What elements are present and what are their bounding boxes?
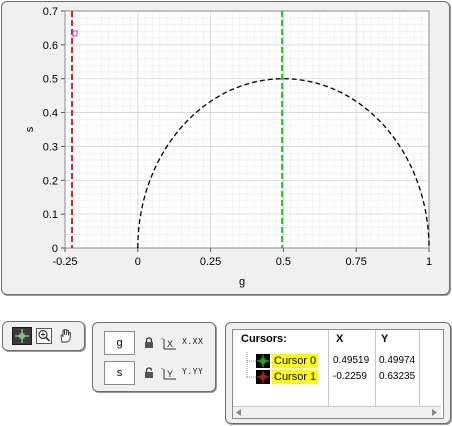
- cursor-x-value: -0.2259: [333, 371, 367, 382]
- cursor-name[interactable]: Cursor 0: [272, 354, 319, 368]
- y-tick-label: 0.3: [43, 141, 58, 153]
- column-separator: [419, 330, 420, 406]
- zoom-tool-button[interactable]: [34, 327, 54, 345]
- y-scale-name[interactable]: s: [104, 361, 135, 385]
- cursor-1-swatch: [256, 370, 270, 384]
- cursor-row[interactable]: Cursor 0 0.49519 0.49974: [233, 354, 441, 368]
- x-autoscale-icon[interactable]: * X: [161, 336, 177, 350]
- x-tick-label: 0.5: [276, 256, 291, 268]
- cursor-move-icon: [15, 329, 29, 343]
- x-column-header: X: [336, 333, 344, 345]
- column-separator: [375, 330, 376, 406]
- cursor-0-swatch: [256, 354, 270, 368]
- y-tick-label: 0.6: [43, 40, 58, 52]
- xy-graph[interactable]: -0.25 0 0.25 0.5 0.75 100.10.20.30.40.50.60.7…: [2, 2, 449, 294]
- x-lock-icon[interactable]: [144, 337, 154, 349]
- x-scale-name[interactable]: g: [104, 331, 135, 355]
- graph-palette: [2, 321, 85, 351]
- y-tick-label: 0.5: [43, 74, 58, 86]
- y-tick-label: 0.1: [43, 209, 58, 221]
- scale-legend: g s * X * Y X.XX Y.YY: [92, 322, 216, 392]
- x-tick-label: 0.75: [345, 256, 366, 268]
- y-lock-icon[interactable]: [144, 367, 154, 379]
- y-axis-label: s: [24, 126, 36, 132]
- cursors-header: Cursors:: [241, 333, 287, 345]
- x-format-button[interactable]: X.XX: [182, 337, 206, 351]
- y-tick-label: 0.2: [43, 175, 58, 187]
- cursor-y-value: 0.63235: [379, 371, 416, 382]
- cursor-name[interactable]: Cursor 1: [272, 370, 319, 384]
- cursor-x-value: 0.49519: [333, 355, 370, 366]
- pan-hand-icon: [60, 329, 71, 343]
- cursor-crosshair-icon: [257, 355, 269, 367]
- cursor-y-value: 0.49974: [379, 355, 416, 366]
- column-separator: [328, 330, 329, 406]
- cursor-table[interactable]: Cursors: X Y Cursor 0 0.49519 0.49974 Cu…: [232, 329, 444, 419]
- x-autoscale-label: X: [167, 339, 173, 349]
- y-column-header: Y: [381, 333, 389, 345]
- pan-tool-button[interactable]: [56, 327, 76, 345]
- cursor-crosshair-icon: [257, 371, 269, 383]
- scroll-left-icon[interactable]: [236, 409, 242, 416]
- scroll-right-icon[interactable]: [432, 409, 438, 416]
- x-tick-label: -0.25: [52, 256, 77, 268]
- zoom-icon: [36, 328, 52, 344]
- cursor-row[interactable]: Cursor 1 -0.2259 0.63235: [233, 370, 441, 384]
- x-tick-label: 0: [135, 256, 141, 268]
- y-autoscale-icon[interactable]: * Y: [161, 366, 177, 380]
- graph-panel: -0.25 0 0.25 0.5 0.75 1 0 0.1 0.2 0.3 0.4 0.5 0.6 0.7…: [1, 1, 450, 295]
- y-format-button[interactable]: Y.YY: [182, 367, 206, 381]
- y-tick-label: 0.7: [43, 6, 58, 18]
- cursor-move-tool-button[interactable]: [12, 327, 32, 345]
- horizontal-scrollbar[interactable]: [233, 406, 441, 418]
- y-autoscale-label: Y: [167, 369, 173, 379]
- x-tick-label: 1: [426, 256, 432, 268]
- y-tick-label: 0: [52, 243, 58, 255]
- y-tick-label: 0.4: [43, 108, 58, 120]
- x-tick-label: 0.25: [200, 256, 221, 268]
- x-axis-label: g: [239, 276, 245, 288]
- cursor-legend: Cursors: X Y Cursor 0 0.49519 0.49974 Cu…: [225, 322, 451, 424]
